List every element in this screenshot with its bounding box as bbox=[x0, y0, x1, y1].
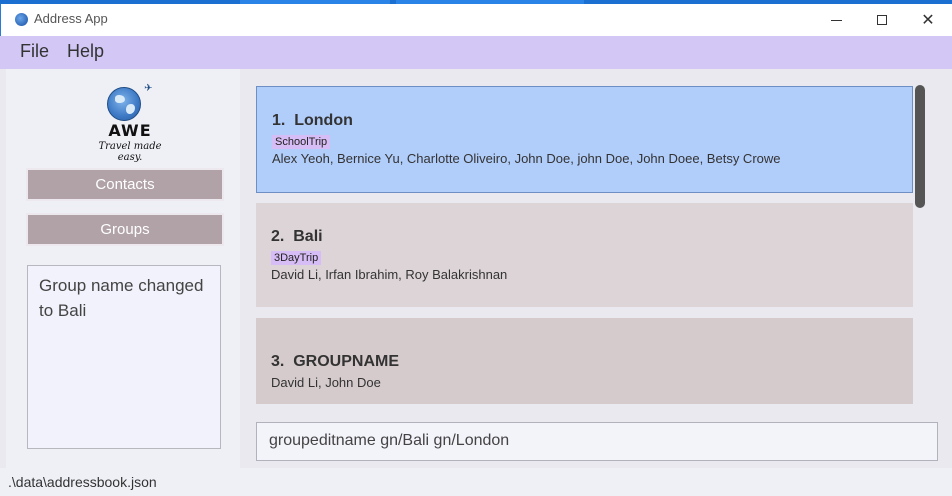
group-card-groupname[interactable]: 3. GROUPNAME David Li, John Doe bbox=[256, 318, 913, 404]
group-index: 1. bbox=[272, 112, 286, 129]
menu-bar: File Help bbox=[0, 36, 952, 69]
group-index: 3. bbox=[271, 353, 285, 370]
group-card-bali[interactable]: 2. Bali 3DayTrip David Li, Irfan Ibrahim… bbox=[256, 203, 913, 307]
group-index: 2. bbox=[271, 228, 285, 245]
group-list[interactable]: 1. London SchoolTrip Alex Yeoh, Bernice … bbox=[256, 86, 928, 404]
main-area: ✈ AWE Travel made easy. Contacts Groups … bbox=[0, 69, 952, 468]
title-bar: Address App ✕ bbox=[0, 4, 952, 36]
globe-logo-icon bbox=[107, 87, 141, 121]
group-members: David Li, John Doe bbox=[271, 375, 381, 390]
maximize-icon bbox=[877, 15, 887, 25]
group-members: Alex Yeoh, Bernice Yu, Charlotte Oliveir… bbox=[272, 151, 781, 166]
close-button[interactable]: ✕ bbox=[905, 4, 951, 36]
globe-land-shape bbox=[126, 104, 135, 114]
logo-tagline: Travel made easy. bbox=[98, 141, 162, 163]
group-name-text: GROUPNAME bbox=[293, 353, 400, 370]
group-name: 2. Bali bbox=[271, 228, 913, 246]
maximize-button[interactable] bbox=[859, 4, 905, 36]
group-name: 3. GROUPNAME bbox=[271, 353, 913, 371]
status-bar: .\data\addressbook.json bbox=[0, 468, 952, 496]
group-tag: SchoolTrip bbox=[272, 135, 331, 149]
list-scrollbar-thumb[interactable] bbox=[915, 85, 925, 208]
window-title: Address App bbox=[34, 11, 108, 26]
command-input[interactable]: groupeditname gn/Bali gn/London bbox=[256, 422, 938, 461]
group-tag: 3DayTrip bbox=[271, 251, 322, 265]
close-icon: ✕ bbox=[921, 10, 935, 29]
airplane-icon: ✈ bbox=[144, 83, 153, 94]
globe-icon bbox=[15, 13, 28, 26]
menu-file[interactable]: File bbox=[20, 41, 49, 62]
group-card-london[interactable]: 1. London SchoolTrip Alex Yeoh, Bernice … bbox=[256, 86, 913, 193]
group-members: David Li, Irfan Ibrahim, Roy Balakrishna… bbox=[271, 267, 508, 282]
save-file-path: .\data\addressbook.json bbox=[8, 474, 157, 490]
result-display: Group name changed to Bali bbox=[27, 265, 221, 449]
group-name: 1. London bbox=[272, 112, 912, 130]
sidebar: ✈ AWE Travel made easy. Contacts Groups … bbox=[6, 69, 240, 468]
groups-button[interactable]: Groups bbox=[26, 213, 224, 246]
app-logo: ✈ AWE Travel made easy. bbox=[86, 81, 176, 163]
minimize-icon bbox=[830, 19, 842, 21]
group-name-text: Bali bbox=[293, 228, 323, 245]
contacts-button[interactable]: Contacts bbox=[26, 168, 224, 201]
minimize-button[interactable] bbox=[813, 4, 859, 36]
logo-wordmark: AWE bbox=[108, 121, 152, 140]
globe-land-shape bbox=[115, 95, 125, 103]
group-name-text: London bbox=[294, 112, 353, 129]
menu-help[interactable]: Help bbox=[67, 41, 104, 62]
